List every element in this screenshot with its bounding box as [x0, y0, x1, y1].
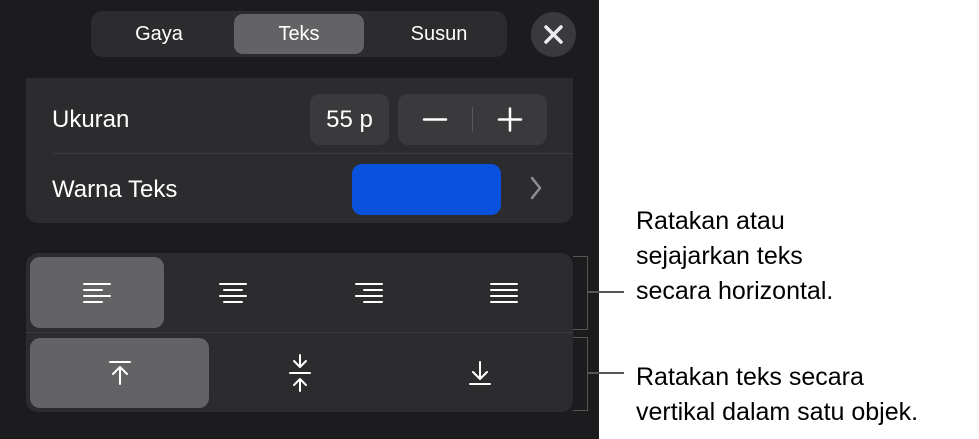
format-panel: Gaya Teks Susun Ukuran 55 p Warna Teks	[0, 0, 599, 439]
vertical-bracket	[573, 337, 588, 411]
horizontal-leader-line	[588, 291, 624, 293]
align-left-icon	[83, 282, 111, 303]
tab-gaya[interactable]: Gaya	[94, 14, 224, 54]
size-value-field[interactable]: 55 p	[310, 94, 389, 145]
text-color-swatch[interactable]	[352, 164, 501, 215]
horizontal-bracket	[573, 256, 588, 330]
align-justify-button[interactable]	[438, 257, 569, 328]
size-stepper	[398, 94, 547, 145]
align-top-icon	[108, 361, 131, 385]
align-right-icon	[355, 282, 383, 303]
close-button[interactable]	[531, 12, 576, 57]
align-left-button[interactable]	[30, 257, 164, 328]
alignment-card	[26, 253, 573, 412]
vertical-callout: Ratakan teks secara vertikal dalam satu …	[636, 363, 919, 426]
row-divider	[52, 153, 573, 154]
align-top-button[interactable]	[30, 338, 209, 408]
tab-teks[interactable]: Teks	[234, 14, 364, 54]
chevron-right-icon[interactable]	[529, 176, 543, 200]
align-center-button[interactable]	[166, 257, 300, 328]
text-settings-card: Ukuran 55 p Warna Teks	[26, 78, 573, 223]
horizontal-callout: Ratakan atau sejajarkan teks secara hori…	[636, 207, 834, 305]
align-middle-button[interactable]	[211, 338, 389, 408]
text-color-label: Warna Teks	[52, 176, 178, 203]
align-right-button[interactable]	[302, 257, 436, 328]
plus-icon	[497, 107, 523, 132]
align-center-icon	[219, 282, 247, 303]
minus-icon	[422, 118, 448, 121]
align-bottom-icon	[469, 361, 491, 385]
align-bottom-button[interactable]	[391, 338, 569, 408]
alignment-divider	[26, 332, 573, 333]
decrease-size-button[interactable]	[398, 94, 472, 145]
tab-bar: Gaya Teks Susun	[91, 11, 507, 57]
close-icon	[544, 25, 563, 44]
tab-susun[interactable]: Susun	[374, 14, 504, 54]
align-justify-icon	[489, 282, 518, 303]
size-label: Ukuran	[52, 106, 130, 133]
vertical-leader-line	[588, 372, 624, 374]
increase-size-button[interactable]	[473, 94, 547, 145]
align-middle-icon	[289, 354, 311, 392]
